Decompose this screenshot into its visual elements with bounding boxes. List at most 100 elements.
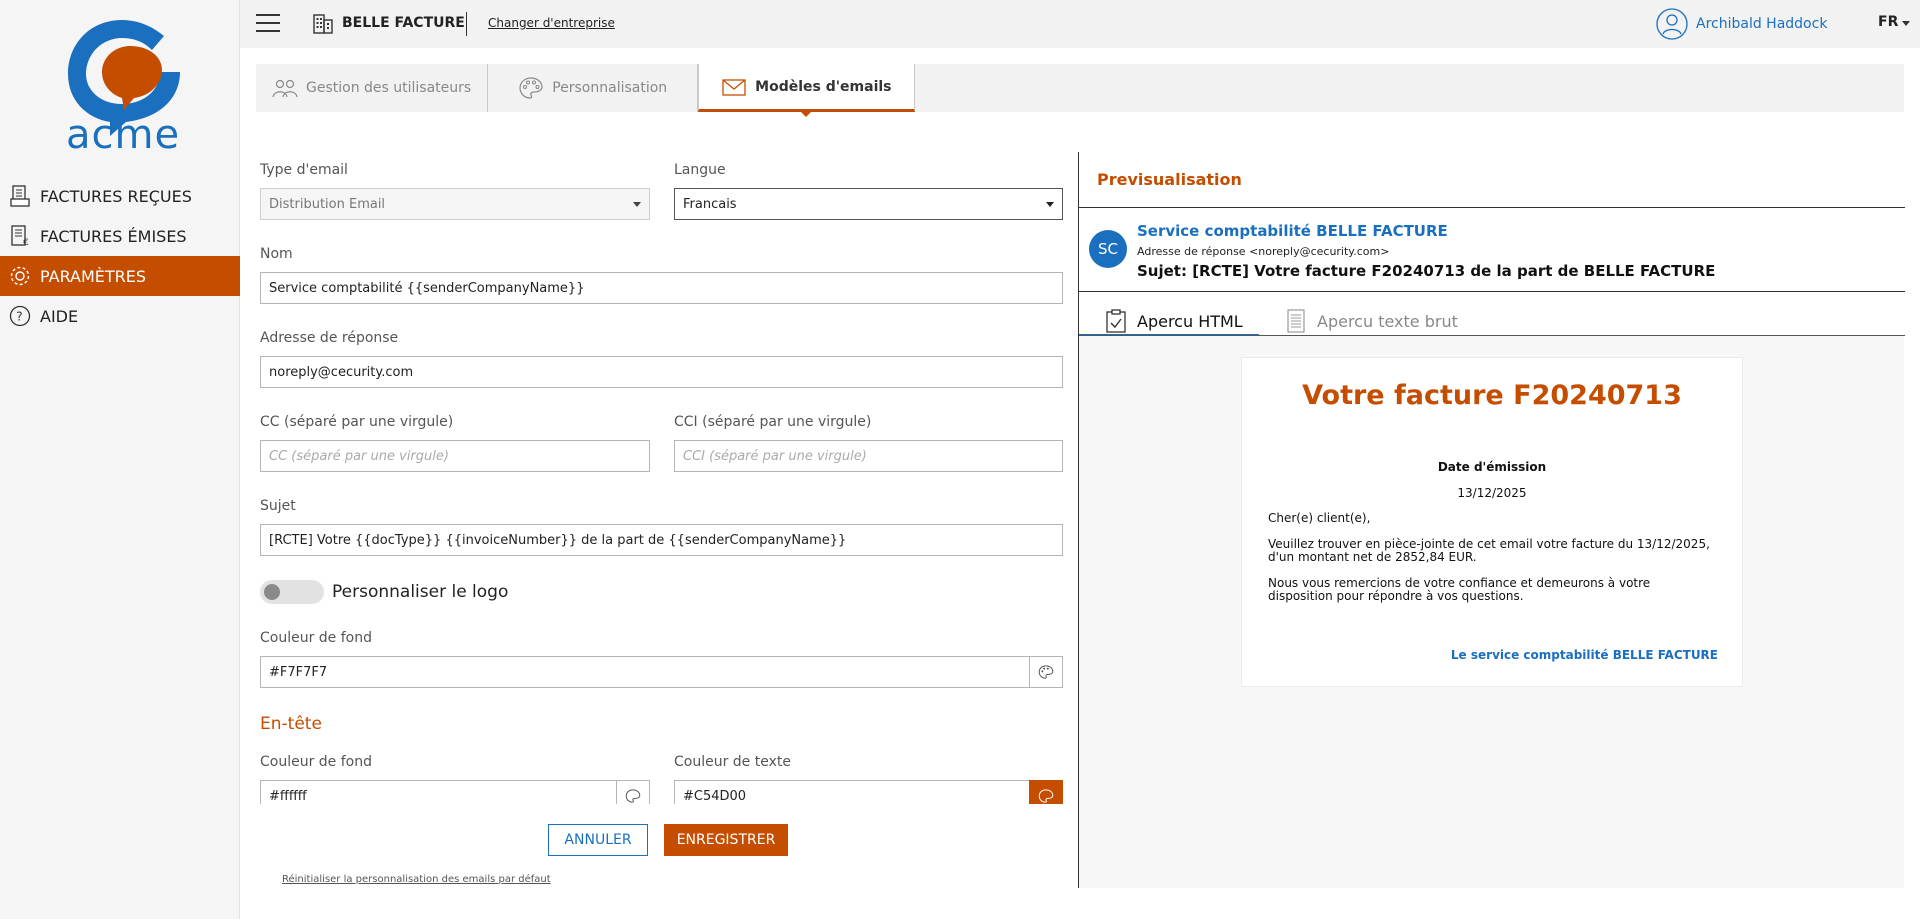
user-menu[interactable]: Archibald Haddock bbox=[1656, 8, 1827, 40]
user-name: Archibald Haddock bbox=[1696, 16, 1828, 32]
document-text-icon bbox=[1287, 309, 1305, 333]
header-text-color-input[interactable]: #C54D00 bbox=[674, 780, 1030, 804]
logo-toggle-label: Personnaliser le logo bbox=[332, 582, 509, 602]
company-name-text: BELLE FACTURE bbox=[342, 15, 465, 31]
reply-address-value: noreply@cecurity.com bbox=[269, 364, 414, 380]
name-value: Service comptabilité {{senderCompanyName… bbox=[269, 280, 585, 296]
tab-label: Gestion des utilisateurs bbox=[306, 80, 472, 96]
language-label: Langue bbox=[674, 162, 726, 178]
tab-email-templates[interactable]: Modèles d'emails bbox=[698, 64, 915, 117]
logo-text: acme bbox=[66, 112, 181, 158]
tab-label: Modèles d'emails bbox=[755, 78, 892, 95]
email-paragraph-2: Nous vous remercions de votre confiance … bbox=[1268, 576, 1651, 603]
header-section-title: En-tête bbox=[260, 714, 322, 734]
header-text-color-value: #C54D00 bbox=[683, 788, 747, 804]
header-bg-color-input[interactable]: #ffffff bbox=[260, 780, 617, 804]
clipboard-check-icon bbox=[1106, 309, 1126, 333]
cci-label: CCI (séparé par une virgule) bbox=[674, 414, 872, 430]
change-company-link[interactable]: Changer d'entreprise bbox=[488, 16, 615, 30]
building-icon bbox=[313, 14, 333, 34]
tab-label: Apercu texte brut bbox=[1317, 311, 1458, 331]
hamburger-menu-icon[interactable] bbox=[256, 14, 280, 34]
background-color-picker-button[interactable] bbox=[1029, 656, 1063, 688]
tab-personalization[interactable]: Personnalisation bbox=[488, 64, 699, 112]
background-color-input[interactable]: #F7F7F7 bbox=[260, 656, 1030, 688]
name-input[interactable]: Service comptabilité {{senderCompanyName… bbox=[260, 272, 1063, 304]
cancel-button[interactable]: ANNULER bbox=[548, 824, 648, 856]
palette-icon bbox=[1038, 665, 1054, 679]
palette-icon bbox=[625, 789, 641, 803]
background-color-label: Couleur de fond bbox=[260, 630, 372, 646]
logo-toggle[interactable] bbox=[260, 580, 324, 604]
cci-placeholder: CCI (séparé par une virgule) bbox=[683, 448, 867, 464]
sidebar-item-label: AIDE bbox=[40, 306, 79, 326]
svg-text:€: € bbox=[23, 238, 29, 247]
subject-value: [RCTE] Votre {{docType}} {{invoiceNumber… bbox=[269, 532, 847, 548]
email-date-label: Date d'émission bbox=[1437, 460, 1547, 474]
top-bar: BELLE FACTURE Changer d'entreprise Archi… bbox=[240, 0, 1920, 48]
envelope-icon bbox=[722, 78, 746, 96]
header-text-color-label: Couleur de texte bbox=[674, 754, 791, 770]
email-type-select[interactable]: Distribution Email bbox=[260, 188, 650, 220]
header-text-color-picker-button[interactable] bbox=[1029, 780, 1063, 804]
sidebar-nav: FACTURES REÇUES € FACTURES ÉMISES PARAMÈ… bbox=[0, 176, 240, 336]
help-icon: ? bbox=[8, 304, 32, 328]
save-button[interactable]: ENREGISTRER bbox=[664, 824, 788, 856]
divider bbox=[466, 12, 467, 36]
background-color-value: #F7F7F7 bbox=[269, 664, 328, 680]
name-label: Nom bbox=[260, 246, 293, 262]
palette-icon bbox=[519, 77, 543, 99]
sender-avatar: SC bbox=[1089, 230, 1127, 268]
subject-label: Sujet bbox=[260, 498, 296, 514]
sidebar-item-label: PARAMÈTRES bbox=[40, 266, 147, 286]
toggle-knob bbox=[264, 584, 280, 600]
email-paragraph-1: Veuillez trouver en pièce-jointe de cet … bbox=[1268, 537, 1710, 564]
divider bbox=[1079, 291, 1905, 292]
preview-sender: Service comptabilité BELLE FACTURE bbox=[1137, 222, 1448, 240]
user-avatar-icon bbox=[1656, 8, 1688, 40]
sidebar: acme FACTURES REÇUES € FACTURES ÉMISES P… bbox=[0, 0, 240, 919]
preview-subject: Sujet: [RCTE] Votre facture F20240713 de… bbox=[1137, 262, 1716, 280]
sidebar-item-issued-invoices[interactable]: € FACTURES ÉMISES bbox=[0, 216, 240, 256]
cc-input[interactable]: CC (séparé par une virgule) bbox=[260, 440, 650, 472]
header-bg-color-label: Couleur de fond bbox=[260, 754, 372, 770]
settings-tabs: Gestion des utilisateurs Personnalisatio… bbox=[256, 64, 1904, 117]
company-name: BELLE FACTURE bbox=[312, 12, 465, 34]
chevron-down-icon bbox=[633, 202, 641, 207]
received-invoices-icon bbox=[8, 184, 32, 208]
tab-html-preview[interactable]: Apercu HTML bbox=[1105, 308, 1243, 334]
tab-plain-text-preview[interactable]: Apercu texte brut bbox=[1285, 308, 1458, 334]
email-signature: Le service comptabilité BELLE FACTURE bbox=[1450, 648, 1718, 662]
users-icon bbox=[272, 79, 298, 98]
cc-placeholder: CC (séparé par une virgule) bbox=[269, 448, 449, 464]
issued-invoices-icon: € bbox=[8, 224, 32, 248]
email-type-value: Distribution Email bbox=[269, 196, 386, 212]
header-bg-color-value: #ffffff bbox=[269, 788, 307, 804]
svg-text:?: ? bbox=[16, 310, 22, 324]
language-select-value: Francais bbox=[683, 196, 737, 212]
preview-reply-address: Adresse de réponse <noreply@cecurity.com… bbox=[1137, 245, 1390, 258]
tab-user-management[interactable]: Gestion des utilisateurs bbox=[256, 64, 489, 112]
sidebar-item-label: FACTURES REÇUES bbox=[40, 186, 192, 206]
email-greeting: Cher(e) client(e), bbox=[1268, 511, 1371, 525]
sidebar-item-received-invoices[interactable]: FACTURES REÇUES bbox=[0, 176, 240, 216]
reply-address-label: Adresse de réponse bbox=[260, 330, 399, 346]
cci-input[interactable]: CCI (séparé par une virgule) bbox=[674, 440, 1063, 472]
preview-title: Previsualisation bbox=[1097, 170, 1242, 189]
language-value: FR bbox=[1878, 14, 1899, 30]
sidebar-item-help[interactable]: ? AIDE bbox=[0, 296, 240, 336]
email-title: Votre facture F20240713 bbox=[1302, 380, 1682, 411]
sidebar-item-settings[interactable]: PARAMÈTRES bbox=[0, 256, 240, 296]
reset-email-customization-link[interactable]: Réinitialiser la personnalisation des em… bbox=[282, 874, 551, 885]
gear-icon bbox=[8, 264, 32, 288]
email-type-label: Type d'email bbox=[260, 162, 348, 178]
tab-label: Personnalisation bbox=[552, 80, 668, 96]
header-bg-color-picker-button[interactable] bbox=[616, 780, 650, 804]
header-color-row: #ffffff #C54D00 bbox=[260, 780, 1063, 804]
cc-label: CC (séparé par une virgule) bbox=[260, 414, 454, 430]
language-select[interactable]: Francais bbox=[674, 188, 1063, 220]
chevron-down-icon bbox=[1046, 202, 1054, 207]
subject-input[interactable]: [RCTE] Votre {{docType}} {{invoiceNumber… bbox=[260, 524, 1063, 556]
language-selector[interactable]: FR bbox=[1878, 14, 1911, 30]
reply-address-input[interactable]: noreply@cecurity.com bbox=[260, 356, 1063, 388]
